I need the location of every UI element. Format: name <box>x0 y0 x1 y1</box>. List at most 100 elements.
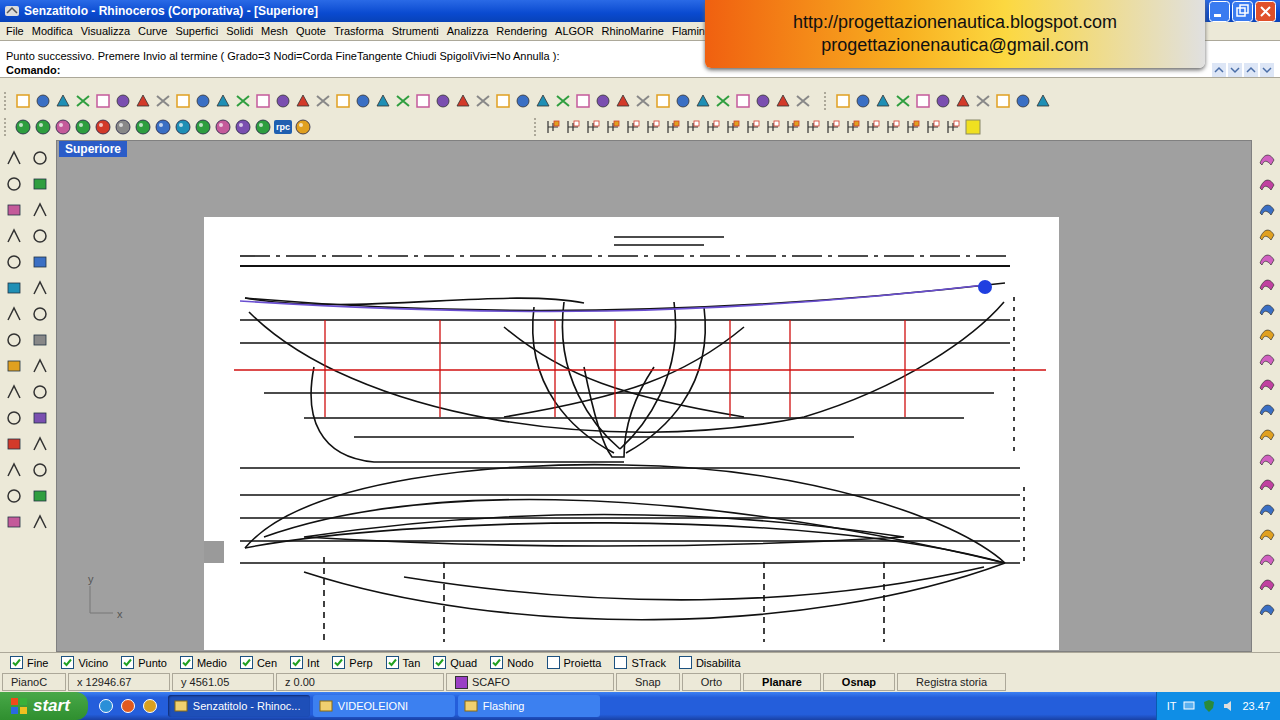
empty-box-icon[interactable] <box>547 656 560 669</box>
quick-launch-icon[interactable] <box>142 698 158 714</box>
network-icon[interactable] <box>1182 699 1196 713</box>
render-icon[interactable] <box>94 118 112 136</box>
marine-tool-icon[interactable] <box>564 118 582 136</box>
quick-launch-icon[interactable] <box>98 698 114 714</box>
surface-tool-icon[interactable] <box>1257 573 1277 593</box>
marine-tool-icon[interactable] <box>844 118 862 136</box>
tool-icon[interactable] <box>214 92 232 110</box>
checked-box-icon[interactable] <box>10 656 23 669</box>
render-icon[interactable] <box>114 118 132 136</box>
scroll-down-icon[interactable] <box>1228 63 1242 77</box>
render-icon[interactable] <box>74 118 92 136</box>
checked-box-icon[interactable] <box>386 656 399 669</box>
menu-item[interactable]: Curve <box>134 25 171 37</box>
checked-box-icon[interactable] <box>290 656 303 669</box>
checked-box-icon[interactable] <box>433 656 446 669</box>
menu-item[interactable]: Quote <box>292 25 330 37</box>
status-toggle[interactable]: Osnap <box>823 673 895 691</box>
tool-icon[interactable] <box>4 512 24 532</box>
surface-tool-icon[interactable] <box>1257 598 1277 618</box>
osnap-checkbox[interactable]: STrack <box>614 656 665 669</box>
tool-icon[interactable] <box>634 92 652 110</box>
tool-icon[interactable] <box>30 408 50 428</box>
marine-tool-icon[interactable] <box>804 118 822 136</box>
rpc-button[interactable]: rpc <box>274 120 292 134</box>
tool-icon[interactable] <box>134 92 152 110</box>
toolbar-grip[interactable] <box>4 118 9 136</box>
tool-icon[interactable] <box>94 92 112 110</box>
osnap-checkbox[interactable]: Tan <box>386 656 421 669</box>
tool-icon[interactable] <box>4 304 24 324</box>
tool-icon[interactable] <box>30 356 50 376</box>
status-toggle[interactable]: Orto <box>682 673 741 691</box>
tool-icon[interactable] <box>30 226 50 246</box>
tool-icon[interactable] <box>234 92 252 110</box>
tool-icon[interactable] <box>4 226 24 246</box>
surface-tool-icon[interactable] <box>1257 548 1277 568</box>
render-icon[interactable] <box>54 118 72 136</box>
task-button[interactable]: Senzatitolo - Rhinoc... <box>168 695 310 717</box>
minimize-icon[interactable] <box>1209 1 1230 22</box>
checked-box-icon[interactable] <box>332 656 345 669</box>
tool-icon[interactable] <box>194 92 212 110</box>
toolbar-grip[interactable] <box>4 92 9 110</box>
marine-tool-icon[interactable] <box>664 118 682 136</box>
shield-icon[interactable] <box>1202 699 1216 713</box>
tool-icon[interactable] <box>994 92 1012 110</box>
osnap-checkbox[interactable]: Int <box>290 656 319 669</box>
render-icon[interactable] <box>14 118 32 136</box>
tool-icon[interactable] <box>30 330 50 350</box>
tool-icon[interactable] <box>1014 92 1032 110</box>
osnap-checkbox[interactable]: Cen <box>240 656 277 669</box>
tool-icon[interactable] <box>374 92 392 110</box>
tool-icon[interactable] <box>30 148 50 168</box>
marine-tool-icon[interactable] <box>644 118 662 136</box>
menu-item[interactable]: ALGOR <box>551 25 598 37</box>
menu-item[interactable]: Solidi <box>222 25 257 37</box>
tool-icon[interactable] <box>74 92 92 110</box>
status-toggle[interactable]: Registra storia <box>897 673 1006 691</box>
task-button[interactable]: VIDEOLEIONI <box>313 695 455 717</box>
tool-icon[interactable] <box>4 278 24 298</box>
task-button[interactable]: Flashing <box>458 695 600 717</box>
empty-box-icon[interactable] <box>614 656 627 669</box>
tool-icon[interactable] <box>614 92 632 110</box>
render-icon[interactable] <box>234 118 252 136</box>
tool-icon[interactable] <box>4 148 24 168</box>
menu-item[interactable]: File <box>2 25 28 37</box>
marine-tool-icon[interactable] <box>744 118 762 136</box>
tool-icon[interactable] <box>934 92 952 110</box>
osnap-checkbox[interactable]: Fine <box>10 656 48 669</box>
tool-icon[interactable] <box>30 382 50 402</box>
tool-icon[interactable] <box>4 434 24 454</box>
surface-tool-icon[interactable] <box>1257 248 1277 268</box>
surface-tool-icon[interactable] <box>1257 273 1277 293</box>
tool-icon[interactable] <box>34 92 52 110</box>
checked-box-icon[interactable] <box>121 656 134 669</box>
menu-item[interactable]: Strumenti <box>388 25 443 37</box>
surface-tool-icon[interactable] <box>1257 523 1277 543</box>
surface-tool-icon[interactable] <box>1257 473 1277 493</box>
marine-tool-icon[interactable] <box>624 118 642 136</box>
tool-icon[interactable] <box>4 408 24 428</box>
marine-tool-icon[interactable] <box>684 118 702 136</box>
tool-icon[interactable] <box>30 252 50 272</box>
tool-icon[interactable] <box>834 92 852 110</box>
tool-icon[interactable] <box>754 92 772 110</box>
tool-icon[interactable] <box>574 92 592 110</box>
osnap-checkbox[interactable]: Proietta <box>547 656 602 669</box>
tool-icon[interactable] <box>414 92 432 110</box>
osnap-checkbox[interactable]: Vicino <box>61 656 108 669</box>
surface-tool-icon[interactable] <box>1257 148 1277 168</box>
tool-icon[interactable] <box>4 174 24 194</box>
tool-icon[interactable] <box>494 92 512 110</box>
menu-item[interactable]: Analizza <box>443 25 493 37</box>
tool-icon[interactable] <box>514 92 532 110</box>
tool-icon[interactable] <box>174 92 192 110</box>
menu-item[interactable]: Modifica <box>28 25 77 37</box>
marine-tool-icon[interactable] <box>864 118 882 136</box>
tool-icon[interactable] <box>30 434 50 454</box>
render-icon[interactable] <box>214 118 232 136</box>
layer-cell[interactable]: SCAFO <box>446 673 614 691</box>
marine-tool-icon[interactable] <box>704 118 722 136</box>
